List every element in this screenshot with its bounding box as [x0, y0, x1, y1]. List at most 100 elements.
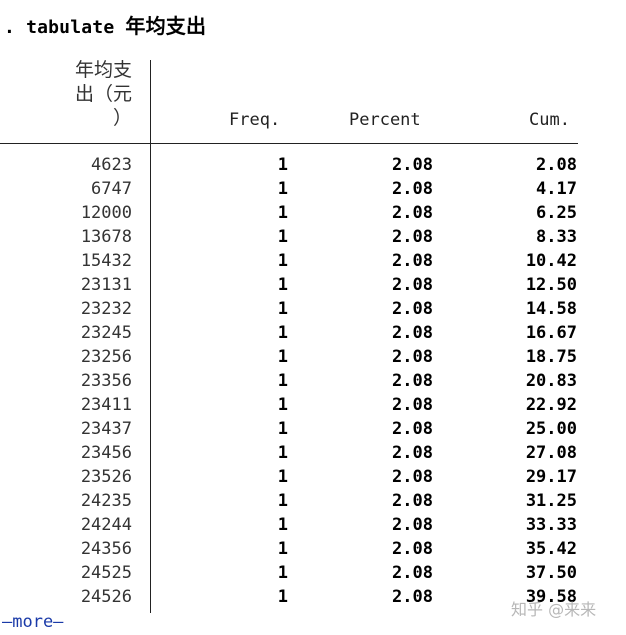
table-row: 24235 1 2.08 31.25 — [0, 491, 600, 515]
frequency-table-body: 4623 1 2.08 2.08 6747 1 2.08 4.17 12000 1 2.08 6.25… — [0, 155, 600, 611]
percent-cell: 2.08 — [392, 179, 433, 199]
table-row: 6747 1 2.08 4.17 — [0, 179, 600, 203]
percent-cell: 2.08 — [392, 539, 433, 559]
table-row: 24525 1 2.08 37.50 — [0, 563, 600, 587]
freq-cell: 1 — [277, 467, 288, 487]
percent-cell: 2.08 — [392, 155, 433, 175]
value-cell: 24356 — [80, 539, 132, 559]
freq-cell: 1 — [277, 275, 288, 295]
cum-cell: 2.08 — [536, 155, 577, 175]
value-cell: 13678 — [80, 227, 132, 247]
cum-cell: 35.42 — [525, 539, 577, 559]
cum-cell: 29.17 — [525, 467, 577, 487]
cum-cell: 4.17 — [536, 179, 577, 199]
command-line: . tabulate 年均支出 — [4, 10, 206, 39]
percent-cell: 2.08 — [392, 443, 433, 463]
percent-cell: 2.08 — [392, 563, 433, 583]
percent-cell: 2.08 — [392, 251, 433, 271]
percent-cell: 2.08 — [392, 203, 433, 223]
freq-cell: 1 — [277, 179, 288, 199]
variable-header: 年均支 出（元 ） — [40, 58, 132, 130]
value-cell: 24526 — [80, 587, 132, 607]
table-row: 24244 1 2.08 33.33 — [0, 515, 600, 539]
table-row: 23411 1 2.08 22.92 — [0, 395, 600, 419]
value-cell: 23411 — [80, 395, 132, 415]
table-row: 24526 1 2.08 39.58 — [0, 587, 600, 611]
percent-cell: 2.08 — [392, 419, 433, 439]
value-cell: 4623 — [91, 155, 132, 175]
table-row: 23526 1 2.08 29.17 — [0, 467, 600, 491]
value-cell: 23526 — [80, 467, 132, 487]
percent-cell: 2.08 — [392, 467, 433, 487]
value-cell: 23437 — [80, 419, 132, 439]
variable-header-line: 出（元 — [74, 83, 132, 105]
freq-cell: 1 — [277, 347, 288, 367]
table-row: 23131 1 2.08 12.50 — [0, 275, 600, 299]
value-cell: 15432 — [80, 251, 132, 271]
table-row: 23356 1 2.08 20.83 — [0, 371, 600, 395]
cum-cell: 22.92 — [525, 395, 577, 415]
freq-cell: 1 — [277, 419, 288, 439]
variable-header-line: ） — [112, 107, 132, 129]
freq-cell: 1 — [277, 203, 288, 223]
value-cell: 24244 — [80, 515, 132, 535]
table-row: 23256 1 2.08 18.75 — [0, 347, 600, 371]
value-cell: 6747 — [91, 179, 132, 199]
table-row: 23456 1 2.08 27.08 — [0, 443, 600, 467]
value-cell: 23256 — [80, 347, 132, 367]
table-row: 23232 1 2.08 14.58 — [0, 299, 600, 323]
freq-cell: 1 — [277, 299, 288, 319]
cum-cell: 8.33 — [536, 227, 577, 247]
table-row: 24356 1 2.08 35.42 — [0, 539, 600, 563]
watermark: 知乎 @来来 — [511, 600, 597, 619]
cum-cell: 10.42 — [525, 251, 577, 271]
table-row: 23245 1 2.08 16.67 — [0, 323, 600, 347]
freq-cell: 1 — [277, 227, 288, 247]
percent-cell: 2.08 — [392, 275, 433, 295]
cum-cell: 18.75 — [525, 347, 577, 367]
value-cell: 23456 — [80, 443, 132, 463]
freq-cell: 1 — [277, 515, 288, 535]
table-row: 15432 1 2.08 10.42 — [0, 251, 600, 275]
freq-cell: 1 — [277, 539, 288, 559]
percent-cell: 2.08 — [392, 395, 433, 415]
cum-cell: 37.50 — [525, 563, 577, 583]
variable-header-line: 年均支 — [74, 59, 132, 81]
command-text: . tabulate — [4, 17, 126, 38]
freq-cell: 1 — [277, 323, 288, 343]
cum-cell: 27.08 — [525, 443, 577, 463]
cum-cell: 12.50 — [525, 275, 577, 295]
cum-cell: 33.33 — [525, 515, 577, 535]
freq-cell: 1 — [277, 491, 288, 511]
cum-cell: 25.00 — [525, 419, 577, 439]
percent-cell: 2.08 — [392, 371, 433, 391]
freq-cell: 1 — [277, 563, 288, 583]
percent-cell: 2.08 — [392, 227, 433, 247]
table-row: 4623 1 2.08 2.08 — [0, 155, 600, 179]
freq-cell: 1 — [277, 371, 288, 391]
value-cell: 24235 — [80, 491, 132, 511]
cum-cell: 20.83 — [525, 371, 577, 391]
freq-column-header: Freq. — [229, 110, 281, 130]
percent-column-header: Percent — [349, 110, 421, 130]
table-row: 12000 1 2.08 6.25 — [0, 203, 600, 227]
percent-cell: 2.08 — [392, 491, 433, 511]
value-cell: 23232 — [80, 299, 132, 319]
value-cell: 23131 — [80, 275, 132, 295]
cum-cell: 6.25 — [536, 203, 577, 223]
percent-cell: 2.08 — [392, 587, 433, 607]
percent-cell: 2.08 — [392, 515, 433, 535]
value-cell: 12000 — [80, 203, 132, 223]
percent-cell: 2.08 — [392, 299, 433, 319]
table-header-divider — [0, 143, 578, 144]
freq-cell: 1 — [277, 251, 288, 271]
value-cell: 23245 — [80, 323, 132, 343]
table-row: 23437 1 2.08 25.00 — [0, 419, 600, 443]
freq-cell: 1 — [277, 395, 288, 415]
value-cell: 24525 — [80, 563, 132, 583]
freq-cell: 1 — [277, 443, 288, 463]
cum-cell: 31.25 — [525, 491, 577, 511]
percent-cell: 2.08 — [392, 323, 433, 343]
command-variable: 年均支出 — [125, 14, 207, 38]
more-prompt-link[interactable]: —more— — [2, 612, 63, 632]
